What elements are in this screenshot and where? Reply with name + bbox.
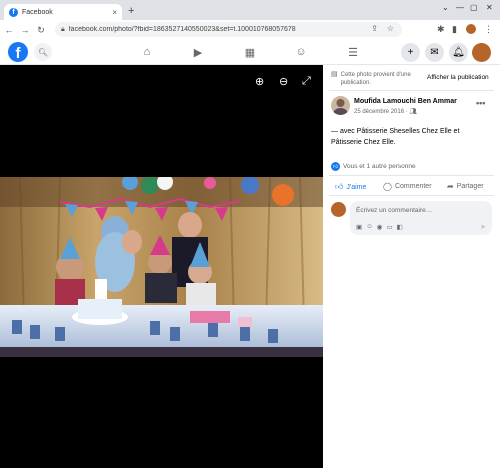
groups-icon[interactable]: ☺: [293, 44, 309, 60]
share-button[interactable]: ➦ Partager: [447, 182, 484, 191]
facebook-navbar: f 🔍︎ ⌂ ▶ ▦ ☺ ☰ + ✉ 🔔︎: [0, 40, 500, 65]
post-date-text: 25 décembre 2016: [354, 109, 405, 115]
home-icon[interactable]: ⌂: [139, 44, 155, 60]
divider: [329, 90, 494, 91]
friends-audience-icon: 👥︎: [409, 109, 418, 115]
tab-strip: f Facebook × + ⌄ — ▢ ✕: [0, 0, 500, 21]
comment-label: Commenter: [394, 183, 432, 190]
tab-title: Facebook: [22, 9, 53, 16]
browser-toolbar: ← → ↻ 🔒︎ facebook.com/photo/?fbid=186352…: [0, 20, 500, 40]
profile-avatar[interactable]: [466, 24, 476, 34]
divider: [329, 195, 494, 196]
notifications-icon[interactable]: 🔔︎: [449, 43, 468, 62]
reactions-text: Vous et 1 autre personne: [343, 163, 416, 170]
reload-button[interactable]: ↻: [34, 25, 48, 36]
browser-chrome: f Facebook × + ⌄ — ▢ ✕ ← → ↻ 🔒︎ facebook…: [0, 0, 500, 40]
messenger-icon[interactable]: ✉: [425, 43, 444, 62]
zoom-in-icon[interactable]: ⊕: [255, 75, 264, 88]
comment-button[interactable]: ◯ Commenter: [383, 182, 432, 191]
post-notice: ▤ Cette photo provient d'une publication…: [331, 71, 421, 87]
commenter-avatar: [331, 202, 346, 217]
post-date[interactable]: 25 décembre 2016 · 👥︎: [354, 108, 417, 115]
browser-menu-icon[interactable]: ⋮: [484, 24, 493, 35]
forward-button[interactable]: →: [18, 25, 32, 35]
create-icon[interactable]: +: [401, 43, 420, 62]
video-icon[interactable]: ▶: [190, 44, 206, 60]
send-icon[interactable]: ➤: [480, 223, 486, 231]
reactions-summary[interactable]: 👍︎ Vous et 1 autre personne: [331, 162, 416, 171]
browser-tab[interactable]: f Facebook ×: [4, 4, 122, 21]
close-window-button[interactable]: ✕: [486, 3, 493, 12]
extensions-icon[interactable]: ✱: [437, 24, 445, 35]
like-button[interactable]: 👍︎ J'aime: [335, 182, 366, 192]
avatar-sticker-icon[interactable]: ▣: [356, 223, 362, 231]
bookmark-star-icon[interactable]: ☆: [387, 24, 394, 33]
camera-icon[interactable]: ◉: [377, 223, 383, 231]
comment-input[interactable]: Écrivez un commentaire… ▣ ☺ ◉ ▭ ◧ ➤: [350, 201, 492, 235]
divider: [329, 175, 494, 176]
comment-icon: ◯: [383, 182, 392, 191]
facebook-logo[interactable]: f: [8, 42, 28, 62]
marketplace-icon[interactable]: ▦: [242, 44, 258, 60]
facebook-favicon-icon: f: [9, 8, 18, 17]
search-icon[interactable]: 🔍︎: [34, 43, 52, 61]
minimize-button[interactable]: —: [456, 3, 464, 12]
post-sidebar: ▤ Cette photo provient d'une publication…: [323, 65, 500, 468]
emoji-icon[interactable]: ☺: [366, 223, 373, 231]
comment-placeholder: Écrivez un commentaire…: [356, 207, 433, 214]
show-publication-link[interactable]: Afficher la publication: [427, 74, 489, 81]
address-bar[interactable]: 🔒︎ facebook.com/photo/?fbid=186352714055…: [55, 22, 402, 37]
author-avatar[interactable]: [331, 96, 350, 115]
share-label: Partager: [456, 183, 484, 190]
tab-close-button[interactable]: ×: [112, 8, 117, 17]
lock-icon: 🔒︎: [61, 25, 65, 33]
account-avatar[interactable]: [472, 43, 491, 62]
post-caption: — avec Pâtisserie Sheselles Chez Elle et…: [331, 128, 460, 146]
comment-tools: ▣ ☺ ◉ ▭ ◧: [356, 223, 403, 231]
post-notice-icon: ▤: [331, 71, 338, 78]
post-notice-text: Cette photo provient d'une publication.: [340, 72, 411, 86]
more-options-button[interactable]: •••: [476, 98, 485, 108]
sidepanel-icon[interactable]: ▮: [452, 24, 457, 35]
share-icon: ➦: [447, 182, 454, 191]
menu-icon[interactable]: ☰: [345, 44, 361, 60]
fullscreen-icon[interactable]: ⤢: [302, 75, 311, 88]
like-reaction-icon: 👍︎: [331, 162, 340, 171]
new-tab-button[interactable]: +: [128, 5, 134, 17]
party-photo[interactable]: [0, 177, 323, 357]
url-text: facebook.com/photo/?fbid=186352714055002…: [68, 26, 296, 33]
thumbs-up-icon: 👍︎: [335, 182, 344, 191]
author-name[interactable]: Moufida Lamouchi Ben Ammar: [354, 98, 457, 105]
zoom-out-icon[interactable]: ⊖: [279, 75, 288, 88]
share-page-icon[interactable]: ⇪: [371, 24, 378, 33]
sticker-icon[interactable]: ◧: [397, 223, 403, 231]
like-label: J'aime: [346, 183, 367, 191]
back-button[interactable]: ←: [2, 25, 16, 35]
gif-icon[interactable]: ▭: [386, 223, 392, 231]
photo-viewer: ⊕ ⊖ ⤢: [0, 65, 323, 468]
maximize-button[interactable]: ▢: [470, 3, 478, 12]
window-menu-button[interactable]: ⌄: [442, 3, 449, 12]
